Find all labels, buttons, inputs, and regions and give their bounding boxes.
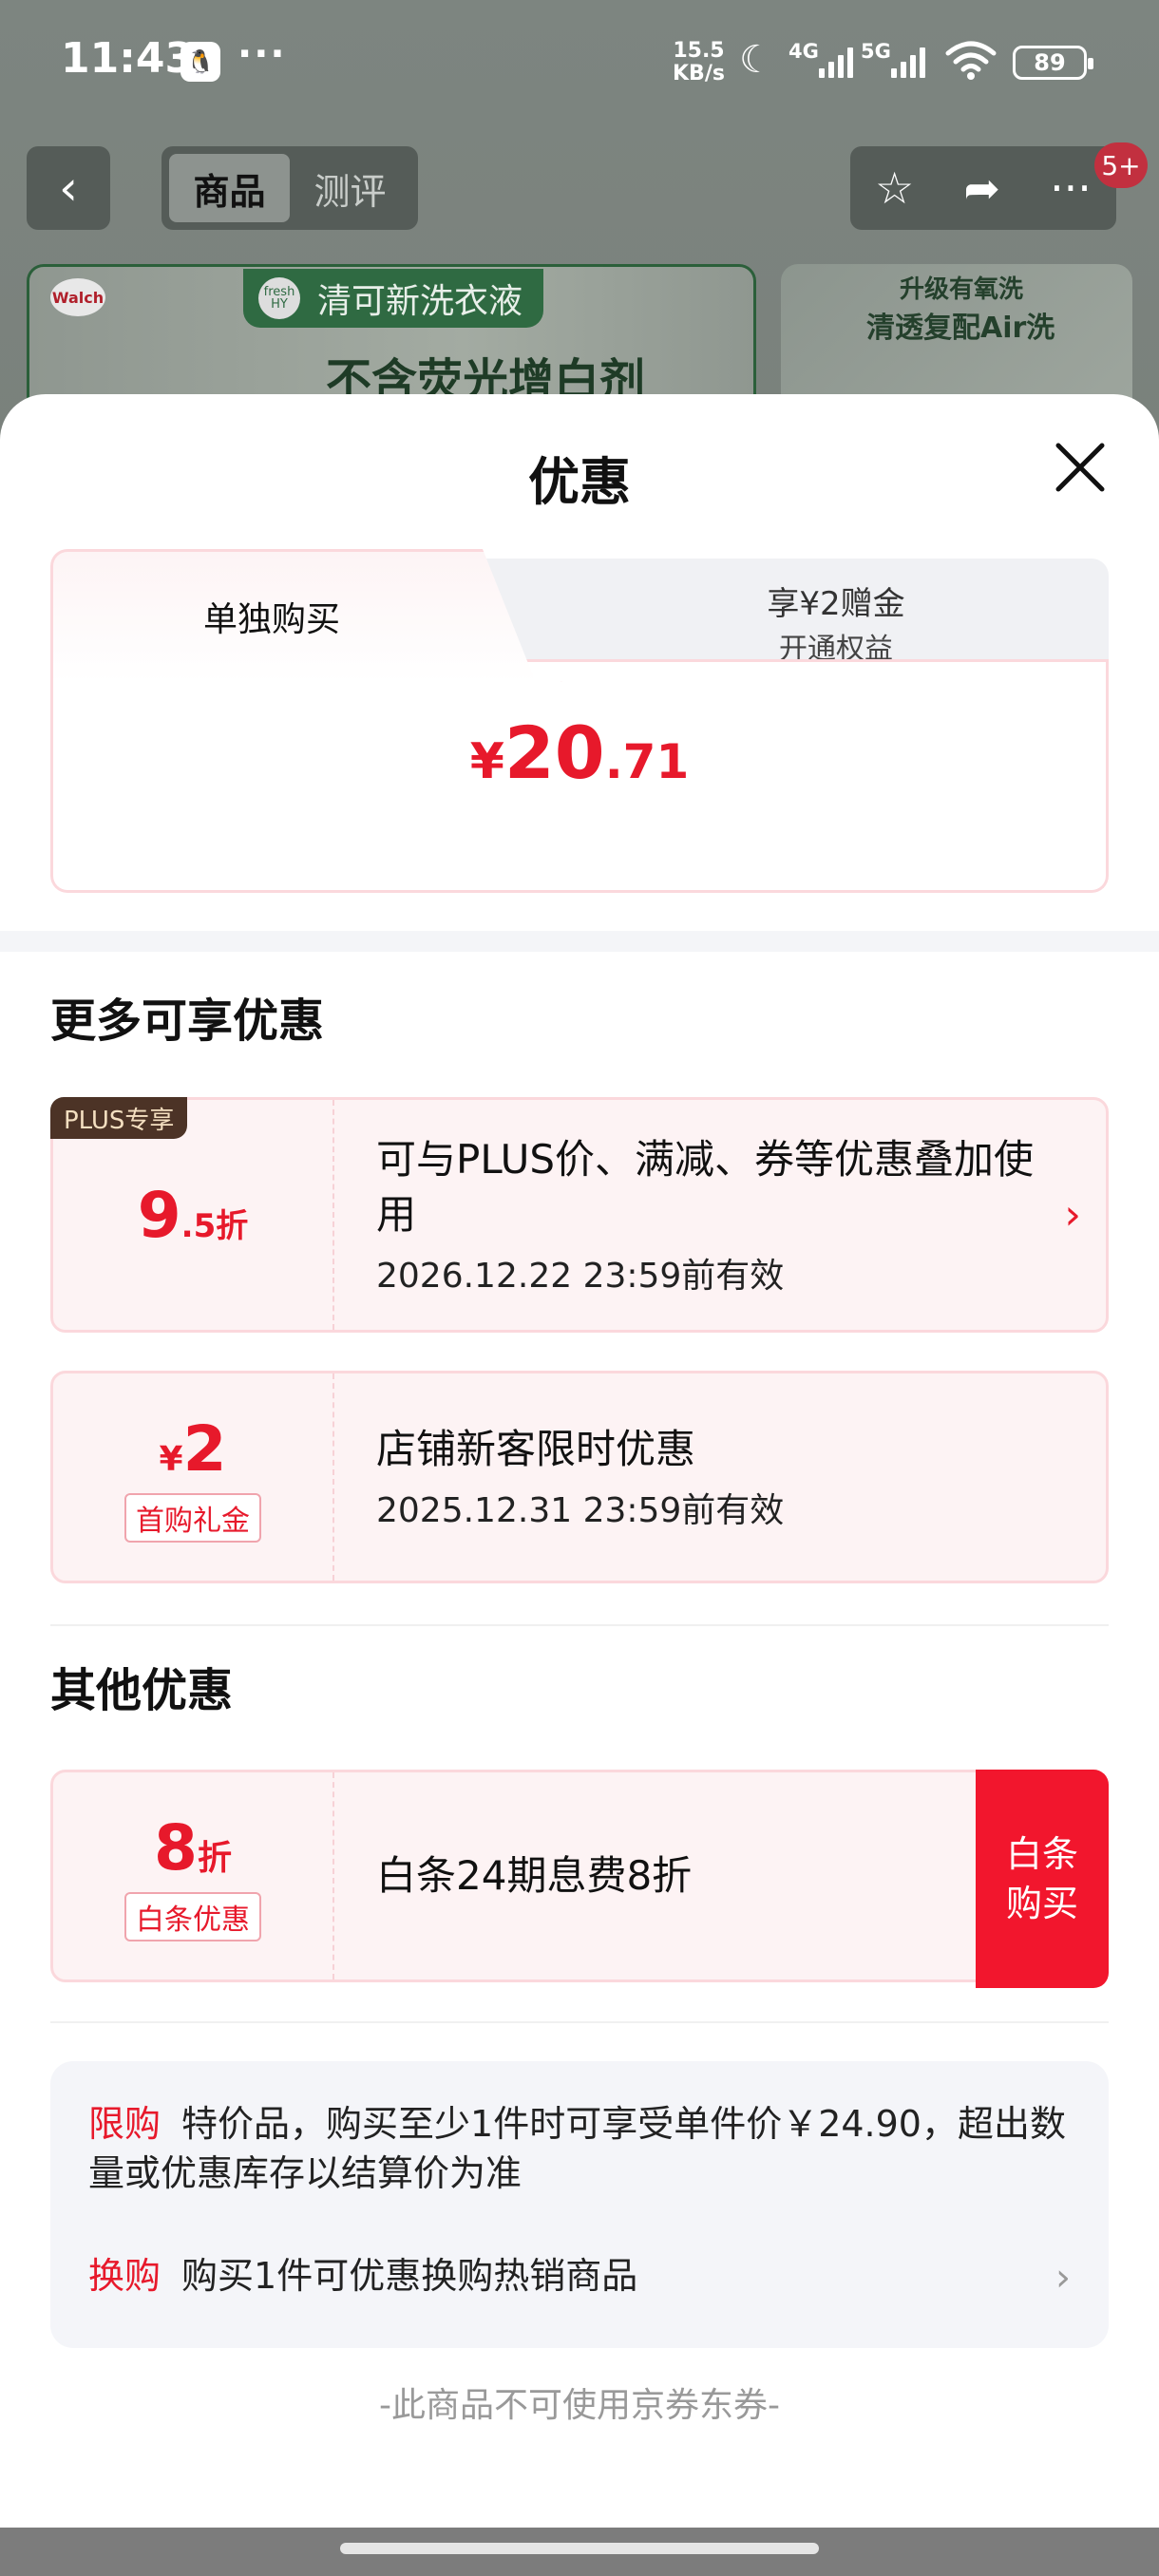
home-indicator[interactable]: [0, 2528, 1159, 2576]
signal-bars-icon: [891, 46, 925, 78]
limit-tag: 限购: [88, 2103, 162, 2145]
purchase-option-box: 享¥2赠金 开通权益 单独购买 ¥20.71: [50, 549, 1109, 893]
back-button[interactable]: ‹: [27, 146, 110, 230]
other-discounts-title: 其他优惠: [50, 1664, 234, 1717]
coupon-restriction-footer: -此商品不可使用京券东券-: [379, 2386, 780, 2425]
coupon-baitiao[interactable]: 8折 白条优惠 白条24期息费8折 白条 购买: [50, 1770, 1109, 1988]
status-more-icon: ···: [238, 32, 287, 76]
coupon-plus[interactable]: 9.5折 PLUS专享 可与PLUS价、满减、券等优惠叠加使用 2026.12.…: [50, 1097, 1109, 1333]
coupon-new-customer[interactable]: ¥2 首购礼金 店铺新客限时优惠 2025.12.31 23:59前有效: [50, 1371, 1109, 1583]
moon-icon: ☾: [739, 38, 773, 82]
signal-bars-icon: [819, 46, 853, 78]
coupon-title: 白条24期息费8折: [376, 1852, 693, 1899]
qq-penguin-icon: 🐧: [180, 42, 220, 82]
status-bar: 11:43 🐧 ··· 15.5 KB/s ☾ 4G 5G 89: [0, 0, 1159, 128]
sheet-title: 优惠: [528, 452, 631, 512]
limit-text: 特价品，购买至少1件时可享受单件价￥24.90，超出数量或优惠库存以结算价为准: [88, 2103, 1066, 2194]
coupon-validity: 2026.12.22 23:59前有效: [376, 1257, 785, 1296]
message-badge: 5+: [1094, 142, 1148, 188]
coupon-value: ¥2 首购礼金: [53, 1373, 334, 1581]
product-tabs: 商品 测评: [162, 146, 418, 230]
price-display: ¥20.71: [469, 710, 690, 795]
coupon-info: 白条24期息费8折: [376, 1772, 1039, 1979]
brand-logo-icon: fresh HY: [258, 277, 300, 319]
share-icon[interactable]: ➦: [963, 162, 1000, 214]
discount-sheet: 优惠 享¥2赠金 开通权益 单独购买 ¥20.71 更多可享优惠 9.5折 PL…: [0, 394, 1159, 2528]
tab-review[interactable]: 测评: [290, 154, 410, 222]
banner-subtitle: 升级有氧洗: [900, 275, 1024, 304]
star-icon[interactable]: ☆: [875, 162, 914, 214]
nav-actions: ☆ ➦ ···: [850, 146, 1116, 230]
coupon-title: 可与PLUS价、满减、券等优惠叠加使用: [376, 1136, 1035, 1238]
coupon-info: 店铺新客限时优惠 2025.12.31 23:59前有效: [376, 1373, 1039, 1581]
banner-title: 清透复配Air洗: [866, 312, 1055, 345]
coupon-validity: 2025.12.31 23:59前有效: [376, 1491, 785, 1530]
coupon-info: 可与PLUS价、满减、券等优惠叠加使用 2026.12.22 23:59前有效: [376, 1100, 1039, 1330]
close-icon[interactable]: [1053, 440, 1108, 495]
exchange-tag: 换购: [88, 2255, 162, 2297]
battery-icon: 89: [1013, 46, 1093, 80]
signal-5g-label: 5G: [861, 40, 891, 63]
baitiao-pill: 白条优惠: [124, 1891, 261, 1941]
net-speed: 15.5 KB/s: [673, 39, 725, 85]
baitiao-buy-button[interactable]: 白条 购买: [976, 1770, 1109, 1988]
brand-tag: fresh HY 清可新洗衣液: [243, 269, 544, 328]
exchange-text: 购买1件可优惠换购热销商品: [181, 2255, 638, 2297]
limit-note: 限购 特价品，购买至少1件时可享受单件价￥24.90，超出数量或优惠库存以结算价为…: [88, 2099, 1071, 2198]
plus-exclusive-tag: PLUS专享: [50, 1097, 188, 1139]
divider-line: [50, 1624, 1109, 1626]
wifi-icon: [945, 41, 997, 80]
signal-4g-label: 4G: [788, 40, 819, 63]
status-time: 11:43: [61, 34, 195, 83]
divider-line: [50, 2021, 1109, 2023]
more-icon[interactable]: ···: [1050, 162, 1092, 214]
chevron-right-icon[interactable]: ›: [1055, 2256, 1071, 2300]
chevron-right-icon: ›: [1064, 1190, 1081, 1240]
more-discounts-title: 更多可享优惠: [50, 994, 325, 1048]
coupon-value: 8折 白条优惠: [53, 1772, 334, 1979]
tab-product[interactable]: 商品: [169, 154, 290, 222]
brand-logo: Walch: [50, 278, 105, 316]
section-divider: [0, 931, 1159, 952]
purchase-notes: 限购 特价品，购买至少1件时可享受单件价￥24.90，超出数量或优惠库存以结算价为…: [50, 2061, 1109, 2348]
first-purchase-pill: 首购礼金: [124, 1492, 261, 1543]
top-nav: ‹ 商品 测评 ☆ ➦ ···: [0, 142, 1159, 237]
tab-buy-alone[interactable]: 单独购买: [50, 549, 563, 682]
coupon-title: 店铺新客限时优惠: [376, 1426, 696, 1472]
exchange-note[interactable]: 换购 购买1件可优惠换购热销商品: [88, 2251, 1071, 2301]
